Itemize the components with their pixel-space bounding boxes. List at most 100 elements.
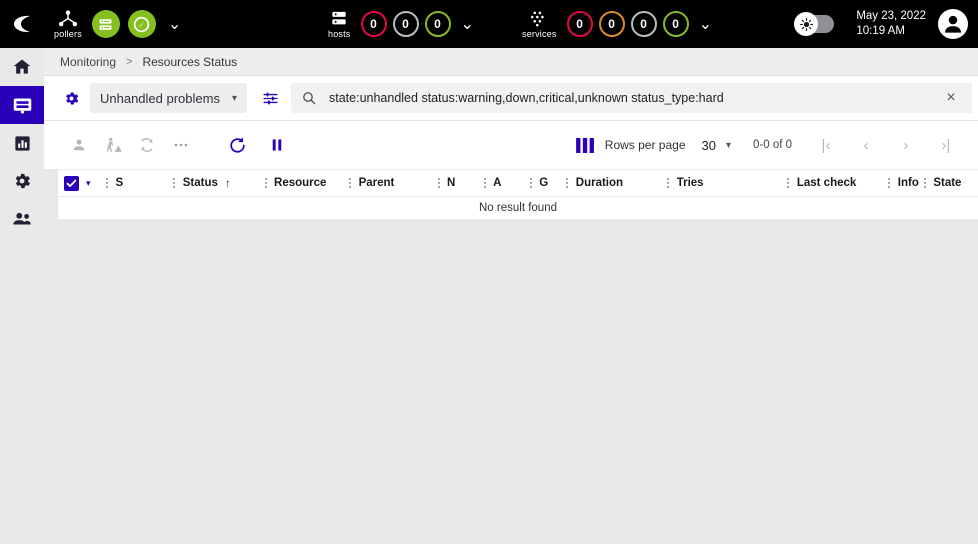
column-drag-handle-icon[interactable]	[885, 176, 894, 190]
column-last-check[interactable]: Last check	[784, 169, 885, 197]
rows-per-page-value: 30	[702, 138, 716, 153]
saved-filter-select[interactable]: Unhandled problems ▾	[90, 83, 247, 113]
left-sidebar	[0, 0, 44, 544]
next-page-button[interactable]: ›	[886, 130, 926, 160]
column-duration[interactable]: Duration	[563, 169, 664, 197]
column-n[interactable]: N	[434, 169, 480, 197]
column-drag-handle-icon[interactable]	[784, 176, 793, 190]
column-parent[interactable]: Parent	[346, 169, 434, 197]
database-status-pill[interactable]	[92, 10, 120, 38]
column-drag-handle-icon[interactable]	[346, 176, 355, 190]
select-all-dropdown-caret[interactable]: ▾	[86, 178, 91, 189]
users-icon	[11, 208, 33, 230]
clock-date: May 23, 2022	[856, 9, 926, 24]
performance-status-pill[interactable]	[128, 10, 156, 38]
column-drag-handle-icon[interactable]	[261, 176, 270, 190]
chevron-down-icon: ▾	[232, 93, 237, 104]
columns-toggle-icon[interactable]	[576, 138, 595, 153]
select-all-checkbox[interactable]	[64, 176, 79, 191]
action-toolbar: Rows per page 30 ▾ 0-0 of 0 |‹ ‹ › ›|	[44, 121, 978, 169]
column-drag-handle-icon[interactable]	[480, 176, 489, 190]
previous-page-button[interactable]: ‹	[846, 130, 886, 160]
topbar-right-group: May 23, 2022 10:19 AM	[796, 0, 968, 48]
column-drag-handle-icon[interactable]	[920, 176, 929, 190]
hosts-label: hosts	[328, 29, 351, 39]
column-drag-handle-icon[interactable]	[526, 176, 535, 190]
clock: May 23, 2022 10:19 AM	[856, 9, 926, 39]
sidebar-item-home[interactable]	[0, 48, 44, 86]
clear-search-button[interactable]: ×	[930, 83, 972, 113]
check-icon	[66, 178, 77, 189]
breadcrumb-separator-icon: >	[126, 56, 132, 68]
column-label: Resource	[274, 177, 326, 189]
column-drag-handle-icon[interactable]	[434, 176, 443, 190]
sidebar-item-reporting[interactable]	[0, 124, 44, 162]
column-tries[interactable]: Tries	[664, 169, 784, 197]
check-button[interactable]	[130, 128, 164, 162]
monitoring-icon	[12, 95, 33, 116]
pause-autorefresh-button[interactable]	[260, 128, 294, 162]
table-header-row: ▾ SStatus↑ Resource Parent N AG Duration Tries…	[58, 169, 978, 197]
column-drag-handle-icon[interactable]	[664, 176, 673, 190]
first-page-button[interactable]: |‹	[806, 130, 846, 160]
column-state[interactable]: State	[920, 169, 978, 197]
ellipsis-icon	[172, 136, 190, 154]
last-page-button[interactable]: ›|	[926, 130, 966, 160]
search-input[interactable]	[317, 91, 930, 105]
services-critical-count[interactable]: 0	[567, 11, 593, 37]
pollers-indicator[interactable]: pollers	[54, 10, 82, 39]
hosts-unreachable-count[interactable]: 0	[393, 11, 419, 37]
search-field[interactable]: ×	[291, 83, 972, 113]
column-drag-handle-icon[interactable]	[170, 176, 179, 190]
rows-per-page-select[interactable]: 30 ▾	[702, 138, 732, 153]
column-drag-handle-icon[interactable]	[102, 176, 111, 190]
refresh-cycle-icon	[138, 136, 156, 154]
refresh-button[interactable]	[220, 128, 254, 162]
centreon-c-logo-icon	[10, 12, 34, 36]
column-info[interactable]: Info	[885, 169, 921, 197]
hosts-dropdown-caret[interactable]: ⌄	[461, 14, 474, 34]
more-actions-button[interactable]	[164, 128, 198, 162]
filter-sliders-icon[interactable]	[253, 90, 287, 107]
clock-time: 10:19 AM	[856, 24, 926, 39]
breadcrumb-parent[interactable]: Monitoring	[60, 55, 116, 69]
sun-icon	[799, 17, 814, 32]
theme-switch[interactable]	[796, 15, 834, 33]
sidebar-item-monitoring[interactable]	[0, 86, 44, 124]
services-indicator: services	[522, 10, 557, 39]
reload-icon	[227, 135, 248, 156]
set-downtime-button[interactable]	[96, 128, 130, 162]
services-label: services	[522, 29, 557, 39]
breadcrumb-current: Resources Status	[142, 55, 237, 69]
services-warning-count[interactable]: 0	[599, 11, 625, 37]
column-g[interactable]: G	[526, 169, 563, 197]
sidebar-item-configuration[interactable]	[0, 162, 44, 200]
column-drag-handle-icon[interactable]	[563, 176, 572, 190]
empty-state-row: No result found	[58, 197, 978, 220]
column-a[interactable]: A	[480, 169, 526, 197]
rows-per-page-label: Rows per page	[605, 138, 686, 152]
hosts-up-count[interactable]: 0	[425, 11, 451, 37]
person-icon	[70, 136, 88, 154]
column-label: N	[447, 177, 455, 189]
pagination-range: 0-0 of 0	[753, 139, 792, 151]
column-resource[interactable]: Resource	[261, 169, 346, 197]
gauge-icon	[132, 15, 151, 34]
column-label: Duration	[576, 177, 623, 189]
filter-settings-gear-icon[interactable]	[54, 90, 88, 107]
sort-ascending-icon[interactable]: ↑	[225, 176, 231, 190]
sidebar-item-administration[interactable]	[0, 200, 44, 238]
database-icon	[97, 16, 114, 33]
pollers-dropdown-caret[interactable]: ⌄	[168, 14, 181, 34]
hosts-down-count[interactable]: 0	[361, 11, 387, 37]
services-unknown-count[interactable]: 0	[631, 11, 657, 37]
column-s[interactable]: S	[102, 169, 169, 197]
acknowledge-button[interactable]	[62, 128, 96, 162]
user-avatar[interactable]	[938, 9, 968, 39]
select-all-cell: ▾	[58, 176, 102, 191]
breadcrumb: Monitoring > Resources Status	[44, 48, 978, 76]
services-ok-count[interactable]: 0	[663, 11, 689, 37]
column-status[interactable]: Status↑	[170, 169, 261, 197]
centreon-logo[interactable]	[0, 0, 44, 48]
services-dropdown-caret[interactable]: ⌄	[699, 14, 712, 34]
